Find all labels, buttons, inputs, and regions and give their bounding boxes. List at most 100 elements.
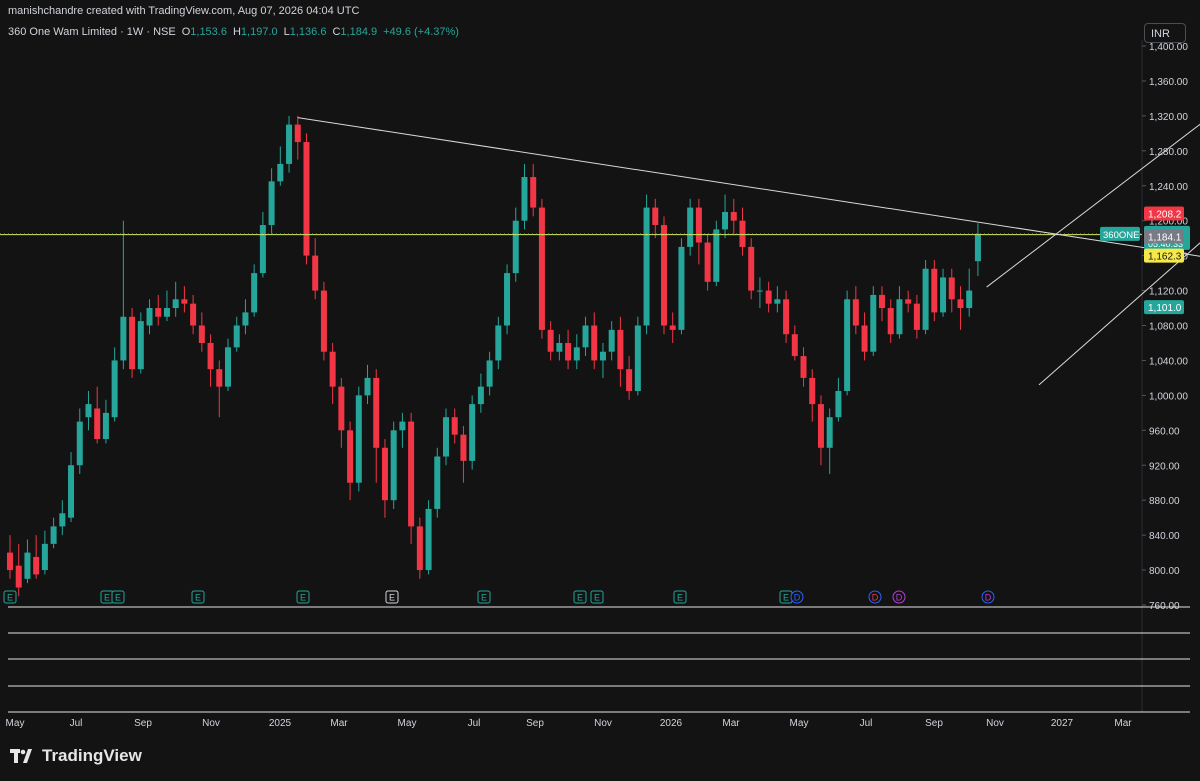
earnings-marker: E: [779, 590, 793, 604]
earnings-marker: E: [111, 590, 125, 604]
candle-body: [190, 303, 197, 326]
candle-body: [469, 404, 476, 461]
candle-body: [137, 321, 144, 370]
x-tick-label: Jul: [468, 718, 481, 729]
stop-price-label: 1,101.0: [1144, 300, 1184, 315]
candlestick-chart[interactable]: 760.00800.00840.00880.00920.00960.001,00…: [0, 0, 1200, 781]
candle-body: [826, 417, 833, 448]
candle-body: [591, 325, 598, 361]
candle-body: [512, 220, 519, 274]
x-tick-label: May: [6, 718, 25, 729]
candle-body: [748, 246, 755, 291]
candle-body: [573, 347, 580, 361]
candle-body: [913, 303, 920, 330]
candle-body: [695, 207, 702, 243]
candle-body: [565, 342, 572, 361]
candle-body: [181, 299, 188, 304]
candle-body: [7, 552, 13, 571]
candle-body: [102, 412, 109, 440]
trendline: [297, 117, 1200, 257]
x-tick-label: May: [398, 718, 417, 729]
candle-body: [451, 417, 458, 435]
candle-body: [661, 225, 667, 326]
yellow-price-label-text: 1,162.3: [1148, 252, 1182, 263]
candle-body: [791, 334, 798, 357]
x-tick-label: Mar: [722, 718, 740, 729]
event-marker-letter: D: [896, 593, 903, 603]
candle-body: [538, 207, 545, 330]
x-tick-label: May: [790, 718, 809, 729]
event-marker-letter: E: [677, 593, 683, 603]
candle-body: [722, 211, 729, 230]
candle-body: [373, 377, 380, 448]
candle-body: [85, 404, 92, 418]
candle-body: [76, 421, 83, 466]
event-marker-letter: E: [783, 593, 789, 603]
earnings-marker: E: [590, 590, 604, 604]
candle-body: [41, 543, 48, 571]
candle-body: [198, 325, 205, 343]
candle-body: [59, 513, 66, 527]
candle-body: [50, 526, 57, 544]
candle-body: [783, 299, 790, 335]
candle-body: [861, 325, 868, 352]
candle-body: [68, 465, 75, 518]
candle-body: [286, 124, 293, 164]
candle-body: [225, 347, 231, 387]
candle-body: [268, 181, 275, 226]
event-marker-letter: E: [594, 593, 600, 603]
target-price-label-text: 1,208.2: [1148, 210, 1182, 221]
candle-body: [809, 377, 816, 405]
candle-body: [120, 316, 127, 361]
candle-body: [687, 207, 694, 247]
earnings-marker: E: [477, 590, 491, 604]
candle-body: [277, 163, 284, 182]
candle-body: [33, 556, 40, 575]
candle-body: [443, 417, 449, 457]
event-marker-letter: E: [7, 593, 13, 603]
candle-body: [835, 391, 842, 418]
candle-body: [774, 299, 781, 304]
x-tick-label: Jul: [860, 718, 873, 729]
x-tick-label: 2025: [269, 718, 292, 729]
candle-body: [259, 225, 266, 274]
x-tick-label: Sep: [526, 718, 544, 729]
candle-body: [460, 434, 467, 461]
hline-price-label-text: 1,184.1: [1148, 233, 1182, 244]
candle-body: [643, 207, 650, 326]
candle-body: [547, 329, 554, 352]
candle-body: [582, 325, 589, 348]
candle-body: [608, 329, 615, 352]
x-tick-label: Nov: [986, 718, 1004, 729]
stop-price-label-text: 1,101.0: [1148, 303, 1182, 314]
candle-body: [312, 255, 319, 291]
candle-body: [730, 211, 737, 221]
candle-body: [390, 430, 397, 501]
y-tick-label: 1,080.00: [1149, 322, 1188, 333]
candle-body: [233, 325, 240, 348]
candle-body: [626, 369, 633, 392]
x-tick-label: Sep: [925, 718, 943, 729]
candle-body: [207, 342, 214, 370]
candle-body: [756, 290, 763, 292]
candle-body: [887, 308, 894, 335]
event-marker-letter: E: [481, 593, 487, 603]
candle-body: [800, 356, 807, 378]
x-tick-label: Nov: [594, 718, 612, 729]
candle-body: [347, 430, 354, 483]
tradingview-logo[interactable]: TradingView: [10, 746, 142, 766]
candle-body: [521, 177, 528, 221]
candle-body: [844, 299, 851, 392]
dividend-marker: D: [981, 590, 995, 604]
x-tick-label: 2026: [660, 718, 683, 729]
candle-body: [416, 526, 423, 571]
candle-body: [617, 329, 624, 370]
candle-body: [425, 508, 432, 571]
candle-body: [495, 325, 502, 361]
x-tick-label: Jul: [70, 718, 83, 729]
event-marker-letter: D: [985, 593, 992, 603]
event-marker-letter: E: [115, 593, 121, 603]
candle-body: [129, 316, 136, 370]
y-tick-label: 1,400.00: [1149, 42, 1188, 53]
event-marker-letter: E: [104, 593, 110, 603]
